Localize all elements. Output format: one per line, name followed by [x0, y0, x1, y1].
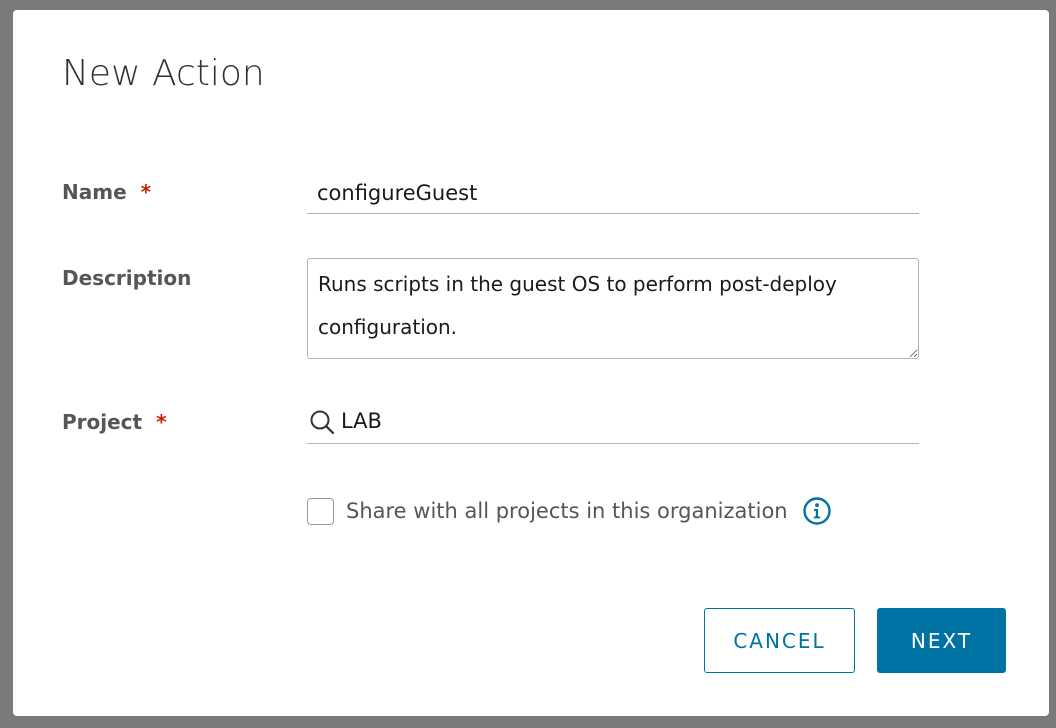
name-input[interactable] [307, 172, 919, 214]
name-label: Name * [62, 180, 151, 204]
next-button[interactable]: NEXT [877, 608, 1006, 673]
share-checkbox[interactable] [307, 497, 334, 525]
new-action-modal: New Action Name * Description Runs script… [13, 10, 1049, 716]
share-row: Share with all projects in this organiza… [307, 496, 832, 526]
share-label[interactable]: Share with all projects in this organiza… [346, 499, 788, 523]
project-input[interactable] [341, 400, 911, 442]
modal-title: New Action [62, 53, 265, 94]
description-label: Description [62, 266, 191, 290]
search-icon [310, 410, 335, 435]
project-label-text: Project [62, 410, 143, 434]
project-label: Project * [62, 410, 167, 434]
name-label-text: Name [62, 180, 127, 204]
name-required-mark: * [140, 180, 152, 204]
project-required-mark: * [156, 410, 167, 434]
description-textarea[interactable]: Runs scripts in the guest OS to perform … [307, 258, 919, 359]
cancel-button[interactable]: CANCEL [704, 608, 855, 673]
project-search-field[interactable] [307, 400, 919, 444]
info-icon[interactable] [802, 496, 832, 526]
description-label-text: Description [62, 266, 192, 290]
